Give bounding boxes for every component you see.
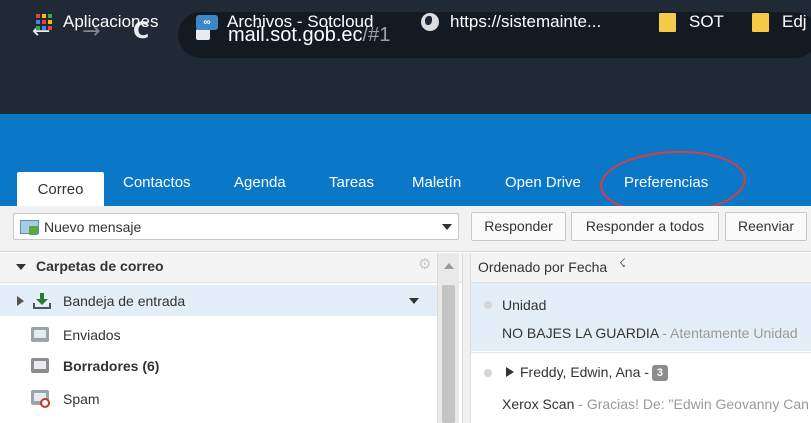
tab-correo[interactable]: Correo: [17, 172, 104, 206]
scroll-up-icon[interactable]: [444, 263, 454, 269]
message-subject-line: Xerox Scan - Gracias! De: "Edwin Geovann…: [502, 395, 811, 413]
bookmark-folder-icon: [659, 12, 676, 32]
bookmark-label: SOT: [689, 12, 724, 31]
tab-agenda[interactable]: Agenda: [234, 173, 286, 193]
bookmark-aplicaciones[interactable]: Aplicaciones: [36, 10, 158, 34]
pane-splitter[interactable]: [462, 253, 471, 423]
message-subject-line: NO BAJES LA GUARDIA - Atentamente Unidad: [502, 324, 811, 342]
thread-count-badge: 3: [651, 365, 668, 381]
tab-tareas[interactable]: Tareas: [329, 173, 374, 193]
sort-order-icon[interactable]: ☇: [619, 256, 626, 270]
nextcloud-icon: ∞: [196, 14, 218, 30]
sent-folder-icon: [31, 327, 49, 342]
folder-label-inbox[interactable]: Bandeja de entrada: [63, 292, 185, 310]
message-sender: Unidad: [502, 297, 547, 313]
bookmark-sot[interactable]: SOT: [659, 10, 724, 34]
globe-icon: [421, 13, 439, 31]
collapse-triangle-icon[interactable]: [16, 264, 26, 270]
folder-label-borradores[interactable]: Borradores (6): [63, 357, 159, 375]
bookmarks-bar: [0, 70, 811, 114]
message-subject: NO BAJES LA GUARDIA: [502, 325, 659, 341]
message-subject: Xerox Scan: [502, 396, 575, 412]
thread-expand-icon[interactable]: [506, 367, 514, 377]
compose-mail-icon: [20, 220, 39, 235]
bookmark-label: https://sistemainte...: [450, 12, 602, 31]
chevron-down-icon[interactable]: [442, 224, 452, 230]
bookmark-label: Aplicaciones: [63, 12, 159, 31]
bookmark-label: Edj: [782, 12, 807, 31]
bookmark-edj[interactable]: Edj: [752, 10, 811, 34]
gear-icon[interactable]: ⚙: [418, 256, 434, 272]
unread-dot-icon[interactable]: [484, 369, 492, 377]
folder-label-enviados[interactable]: Enviados: [63, 326, 121, 344]
bookmark-sistemainte[interactable]: https://sistemainte...: [421, 10, 601, 34]
apps-grid-icon: [36, 14, 52, 30]
folder-scrollbar[interactable]: [437, 253, 459, 423]
new-message-label[interactable]: Nuevo mensaje: [44, 218, 141, 236]
tab-contactos[interactable]: Contactos: [123, 173, 191, 193]
spam-badge-icon: [40, 398, 50, 408]
folders-title: Carpetas de correo: [36, 258, 164, 274]
inbox-icon: [33, 293, 51, 309]
reply-button[interactable]: Responder: [471, 212, 566, 241]
message-snippet: - Gracias! De: "Edwin Geovanny Can: [574, 396, 809, 412]
expand-arrow-icon[interactable]: [17, 296, 24, 306]
message-snippet: - Atentamente Unidad: [658, 325, 798, 341]
message-sender: Freddy, Edwin, Ana -: [520, 364, 649, 380]
scroll-thumb[interactable]: [442, 285, 455, 423]
message-sender-line: Freddy, Edwin, Ana -3: [520, 363, 668, 381]
folder-label-spam[interactable]: Spam: [63, 390, 100, 408]
tab-maletin[interactable]: Maletín: [412, 173, 461, 193]
sort-label[interactable]: Ordenado por Fecha: [478, 258, 607, 276]
forward-button[interactable]: Reenviar: [725, 212, 807, 241]
chevron-down-icon[interactable]: [409, 298, 419, 304]
unread-dot-icon[interactable]: [484, 301, 492, 309]
bookmark-folder-icon: [752, 12, 769, 32]
bookmark-label: Archivos - Sotcloud: [227, 12, 374, 31]
reply-all-button[interactable]: Responder a todos: [571, 212, 719, 241]
tab-open-drive[interactable]: Open Drive: [505, 173, 581, 193]
drafts-folder-icon: [31, 358, 49, 373]
bookmark-archivos-sotcloud[interactable]: ∞ Archivos - Sotcloud: [196, 10, 373, 34]
